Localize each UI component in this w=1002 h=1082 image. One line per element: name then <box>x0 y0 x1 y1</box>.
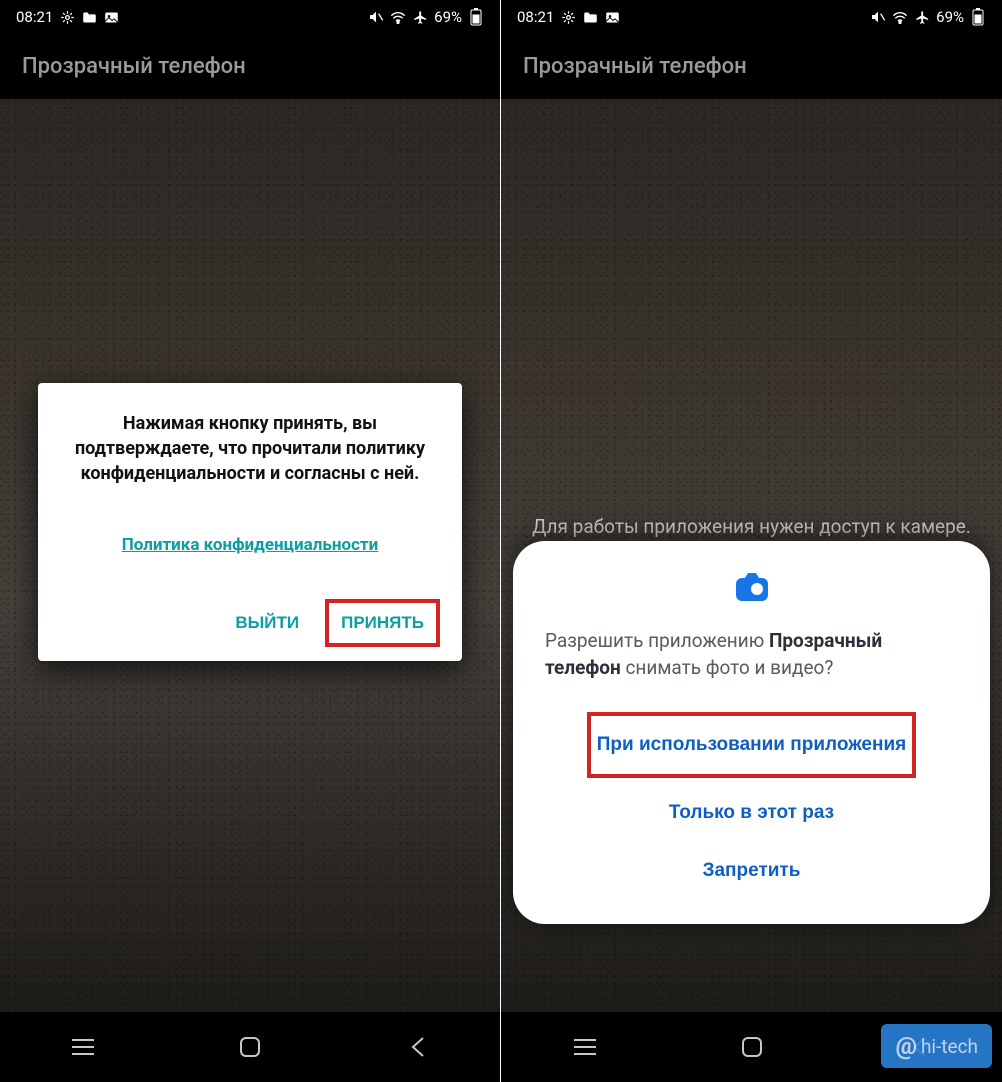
pinwheel-icon <box>59 9 75 25</box>
recents-button[interactable] <box>555 1027 615 1067</box>
status-bar: 08:21 69% <box>501 0 1002 34</box>
camera-icon <box>545 571 958 603</box>
dialog-message: Нажимая кнопку принять, вы подтверждаете… <box>60 411 440 487</box>
airplane-icon <box>914 9 930 25</box>
app-header: Прозрачный телефон <box>0 34 500 99</box>
image-icon <box>103 9 119 25</box>
recents-button[interactable] <box>53 1027 113 1067</box>
battery-text: 69% <box>936 8 964 26</box>
folder-icon <box>582 9 598 25</box>
home-button[interactable] <box>722 1027 782 1067</box>
wifi-icon <box>390 9 406 25</box>
status-right: 69% <box>368 8 484 26</box>
battery-icon <box>468 9 484 25</box>
back-button[interactable] <box>387 1027 447 1067</box>
status-left: 08:21 <box>16 8 119 26</box>
mute-icon <box>870 9 886 25</box>
watermark: @ hi-tech <box>881 1024 992 1068</box>
battery-icon <box>970 9 986 25</box>
privacy-policy-link[interactable]: Политика конфиденциальности <box>122 535 379 555</box>
camera-access-message: Для работы приложения нужен доступ к кам… <box>525 513 978 541</box>
mute-icon <box>368 9 384 25</box>
permission-suffix: снимать фото и видео? <box>621 656 834 679</box>
watermark-text: hi-tech <box>921 1035 978 1058</box>
status-time: 08:21 <box>517 8 554 26</box>
at-icon: @ <box>895 1032 917 1060</box>
deny-button[interactable]: Запретить <box>545 842 958 900</box>
status-bar: 08:21 69% <box>0 0 500 34</box>
permission-sheet: Разрешить приложению Прозрачный телефон … <box>513 541 990 924</box>
phone-screen-1: 08:21 69% <box>0 0 501 1082</box>
nav-bar <box>0 1012 500 1082</box>
accept-highlight: ПРИНЯТЬ <box>325 599 440 647</box>
home-button[interactable] <box>220 1027 280 1067</box>
permission-question: Разрешить приложению Прозрачный телефон … <box>545 627 958 682</box>
status-time: 08:21 <box>16 8 53 26</box>
privacy-dialog: Нажимая кнопку принять, вы подтверждаете… <box>38 383 462 661</box>
battery-text: 69% <box>434 8 462 26</box>
status-left: 08:21 <box>517 8 620 26</box>
exit-button[interactable]: ВЫЙТИ <box>225 603 309 643</box>
app-header: Прозрачный телефон <box>501 34 1002 99</box>
phone-screen-2: 08:21 69% <box>501 0 1002 1082</box>
status-right: 69% <box>870 8 986 26</box>
while-using-highlight: При использовании приложения <box>545 712 958 778</box>
allow-while-using-button[interactable]: При использовании приложения <box>597 716 906 774</box>
permission-prefix: Разрешить приложению <box>545 629 769 652</box>
pinwheel-icon <box>560 9 576 25</box>
airplane-icon <box>412 9 428 25</box>
dialog-actions: ВЫЙТИ ПРИНЯТЬ <box>60 599 440 647</box>
privacy-link-row: Политика конфиденциальности <box>60 535 440 555</box>
image-icon <box>604 9 620 25</box>
app-title: Прозрачный телефон <box>523 54 747 79</box>
folder-icon <box>81 9 97 25</box>
accept-button[interactable]: ПРИНЯТЬ <box>335 607 430 639</box>
content-area: Нажимая кнопку принять, вы подтверждаете… <box>0 99 500 1012</box>
allow-once-button[interactable]: Только в этот раз <box>545 784 958 842</box>
wifi-icon <box>892 9 908 25</box>
content-area: Для работы приложения нужен доступ к кам… <box>501 99 1002 1012</box>
app-title: Прозрачный телефон <box>22 54 246 79</box>
